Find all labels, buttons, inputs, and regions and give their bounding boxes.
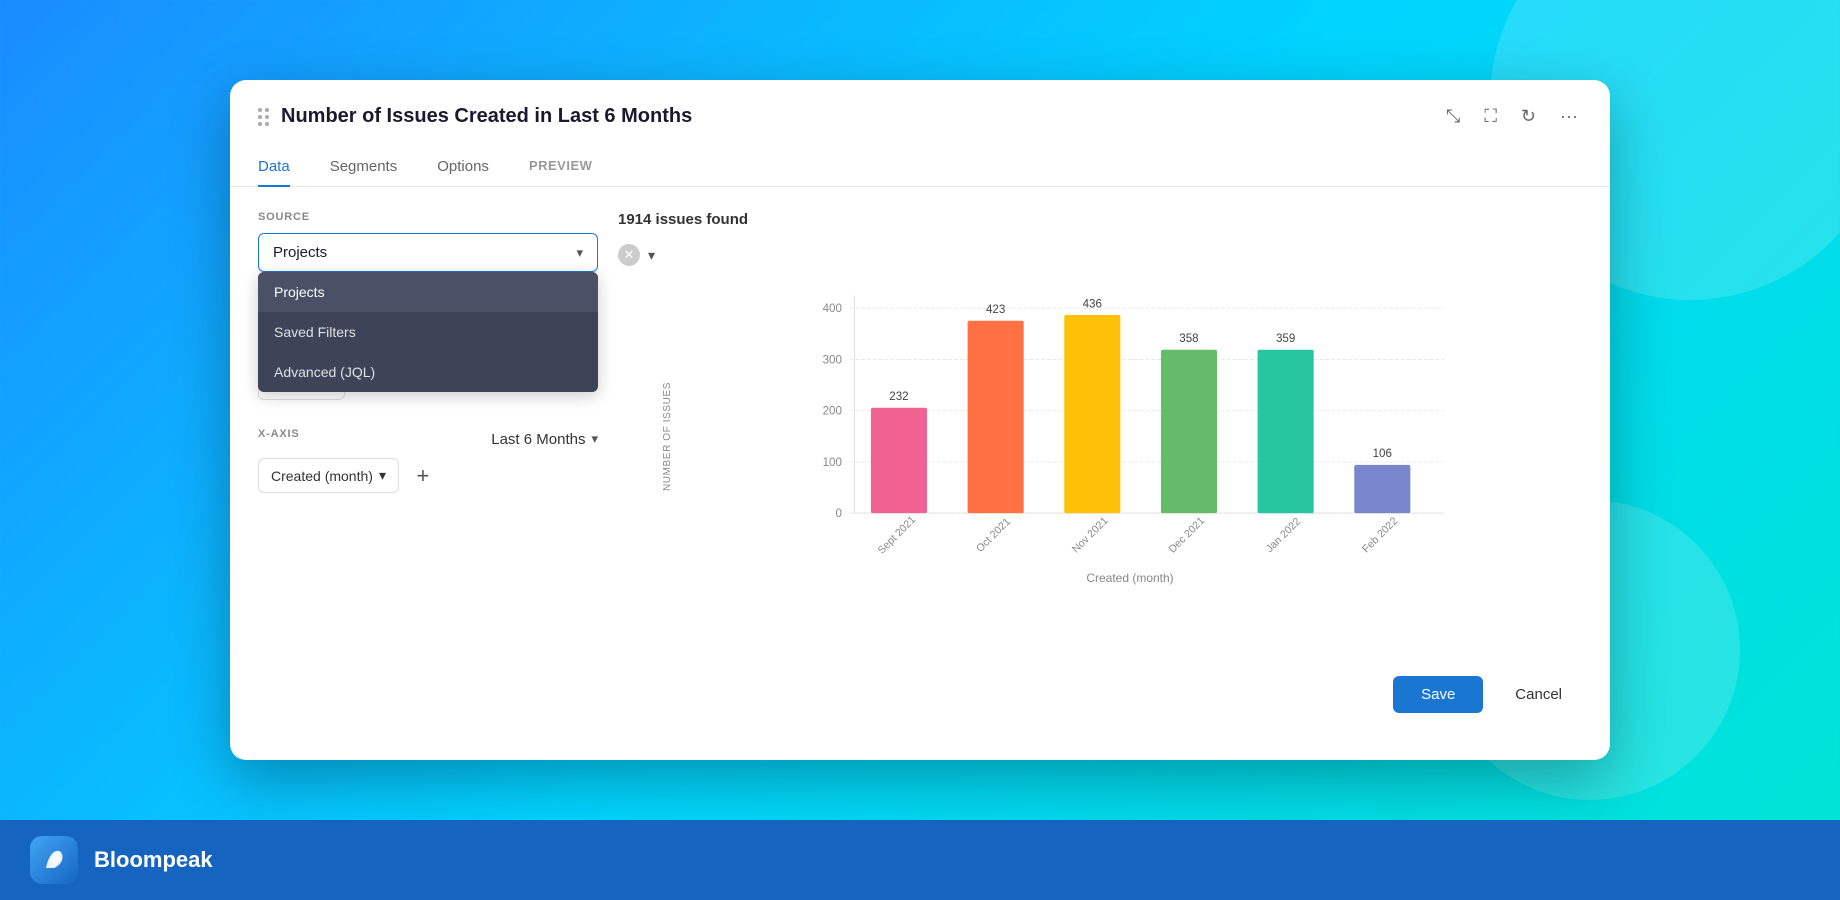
source-selected-value: Projects bbox=[273, 244, 327, 261]
source-option-advanced-jql[interactable]: Advanced (JQL) bbox=[258, 352, 598, 392]
modal-footer: Save Cancel bbox=[230, 660, 1610, 737]
issues-found-label: 1914 issues found bbox=[618, 211, 1582, 228]
xaxis-field-arrow-icon: ▾ bbox=[379, 467, 386, 484]
bar-sept-2021 bbox=[871, 408, 927, 513]
source-chevron-icon: ▾ bbox=[576, 245, 583, 261]
modal-body: SOURCE Projects ▾ Projects Saved Filters… bbox=[230, 187, 1610, 660]
minimize-button[interactable]: ⤡ bbox=[1442, 102, 1464, 131]
title-group: Number of Issues Created in Last 6 Month… bbox=[258, 105, 692, 128]
drag-handle[interactable] bbox=[258, 108, 269, 126]
tab-segments[interactable]: Segments bbox=[330, 148, 398, 187]
cancel-button[interactable]: Cancel bbox=[1495, 676, 1582, 713]
bottom-bar: Bloompeak bbox=[0, 820, 1840, 900]
modal-title: Number of Issues Created in Last 6 Month… bbox=[281, 105, 692, 128]
xaxis-value-row: Created (month) ▾ + bbox=[258, 458, 598, 493]
source-dropdown: Projects ▾ Projects Saved Filters Advanc… bbox=[258, 233, 598, 272]
main-modal: Number of Issues Created in Last 6 Month… bbox=[230, 80, 1610, 760]
tab-data[interactable]: Data bbox=[258, 148, 290, 187]
svg-text:423: 423 bbox=[986, 303, 1005, 316]
xaxis-range-arrow-icon: ▾ bbox=[591, 431, 598, 447]
xaxis-section: X-AXIS Last 6 Months ▾ Created (month) ▾… bbox=[258, 428, 598, 493]
svg-text:0: 0 bbox=[835, 507, 841, 520]
source-option-saved-filters[interactable]: Saved Filters bbox=[258, 312, 598, 352]
bar-feb-2022 bbox=[1354, 465, 1410, 513]
chart-container: NUMBER OF ISSUES 0 100 200 bbox=[618, 286, 1582, 636]
chart-svg: 0 100 200 300 400 232 Sept 2021 423 Oct … bbox=[678, 286, 1582, 576]
tab-bar: Data Segments Options PREVIEW bbox=[230, 147, 1610, 187]
chart-y-axis-label: NUMBER OF ISSUES bbox=[662, 382, 673, 491]
tab-preview[interactable]: PREVIEW bbox=[529, 148, 592, 187]
more-options-button[interactable]: ··· bbox=[1556, 102, 1582, 131]
source-label: SOURCE bbox=[258, 211, 598, 223]
bar-dec-2021 bbox=[1161, 350, 1217, 513]
filter-clear-button[interactable]: ✕ bbox=[618, 244, 640, 266]
svg-text:200: 200 bbox=[823, 405, 842, 418]
modal-header: Number of Issues Created in Last 6 Month… bbox=[230, 80, 1610, 131]
app-name: Bloompeak bbox=[94, 847, 213, 873]
filter-toggle-button[interactable]: ▾ bbox=[648, 247, 655, 264]
expand-button[interactable]: ⛶ bbox=[1480, 102, 1501, 131]
svg-text:232: 232 bbox=[889, 390, 908, 403]
xaxis-field-dropdown[interactable]: Created (month) ▾ bbox=[258, 458, 399, 493]
xaxis-label: X-AXIS bbox=[258, 428, 299, 440]
svg-text:Sept 2021: Sept 2021 bbox=[875, 514, 918, 557]
bar-jan-2022 bbox=[1258, 350, 1314, 513]
tab-options[interactable]: Options bbox=[437, 148, 489, 187]
logo-icon bbox=[30, 836, 78, 884]
xaxis-field-value: Created (month) bbox=[271, 468, 373, 484]
refresh-button[interactable]: ↻ bbox=[1517, 102, 1540, 131]
svg-text:358: 358 bbox=[1179, 332, 1198, 345]
right-panel: 1914 issues found ✕ ▾ NUMBER OF ISSUES bbox=[618, 211, 1582, 636]
svg-text:359: 359 bbox=[1276, 332, 1295, 345]
svg-text:100: 100 bbox=[823, 456, 842, 469]
xaxis-range-dropdown[interactable]: Last 6 Months ▾ bbox=[491, 431, 598, 448]
xaxis-range-value: Last 6 Months bbox=[491, 431, 585, 448]
xaxis-add-button[interactable]: + bbox=[409, 462, 437, 490]
filter-row: ✕ ▾ bbox=[618, 244, 1582, 266]
source-dropdown-menu: Projects Saved Filters Advanced (JQL) bbox=[258, 272, 598, 392]
filter-toggle-icon: ▾ bbox=[648, 247, 655, 264]
svg-text:Oct 2021: Oct 2021 bbox=[974, 516, 1013, 555]
svg-text:Dec 2021: Dec 2021 bbox=[1167, 515, 1208, 556]
svg-text:Feb 2022: Feb 2022 bbox=[1360, 515, 1400, 555]
bar-oct-2021 bbox=[968, 321, 1024, 513]
source-option-projects[interactable]: Projects bbox=[258, 272, 598, 312]
svg-text:Nov 2021: Nov 2021 bbox=[1070, 515, 1111, 556]
svg-text:106: 106 bbox=[1373, 447, 1392, 460]
svg-text:400: 400 bbox=[823, 302, 842, 315]
source-dropdown-btn[interactable]: Projects ▾ bbox=[258, 233, 598, 272]
svg-text:Jan 2022: Jan 2022 bbox=[1264, 515, 1303, 554]
save-button[interactable]: Save bbox=[1393, 676, 1483, 713]
svg-text:300: 300 bbox=[823, 353, 842, 366]
bar-nov-2021 bbox=[1064, 315, 1120, 513]
modal-actions: ⤡ ⛶ ↻ ··· bbox=[1442, 102, 1582, 131]
left-panel: SOURCE Projects ▾ Projects Saved Filters… bbox=[258, 211, 598, 636]
svg-text:436: 436 bbox=[1083, 297, 1102, 310]
